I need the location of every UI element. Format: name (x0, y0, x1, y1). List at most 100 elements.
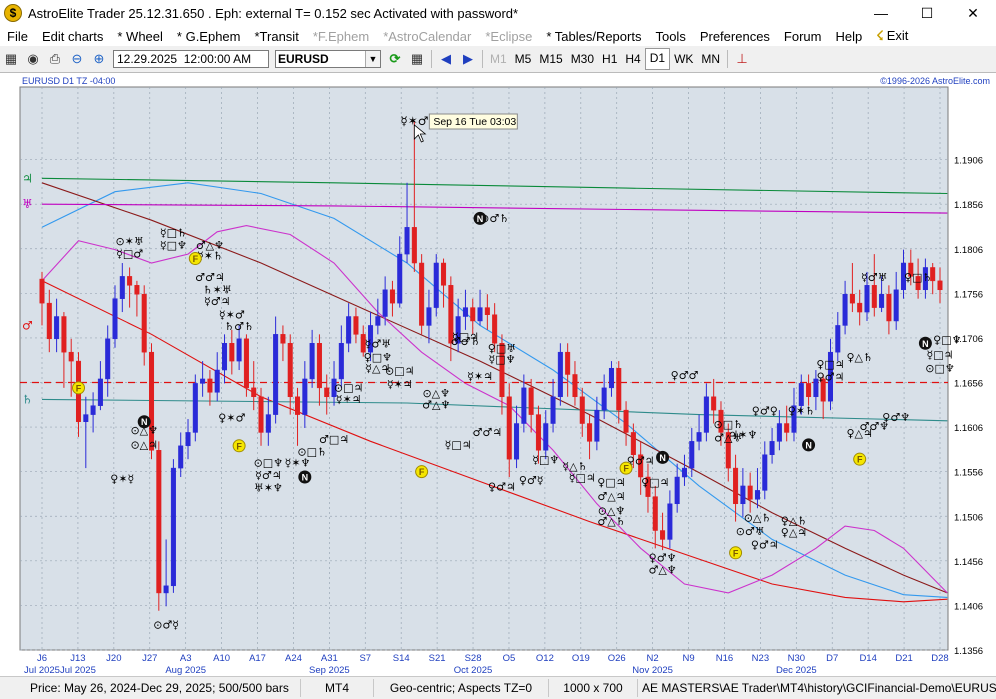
chart-settings-icon[interactable]: ⊥ (733, 50, 751, 68)
month-label: Dec 2025 (776, 665, 817, 676)
menu-g-ephem[interactable]: * G.Ephem (170, 29, 248, 44)
camera-icon[interactable]: ◉ (24, 50, 42, 68)
aspect-glyph-label: ♂♂♄ (451, 335, 481, 348)
menu-preferences[interactable]: Preferences (693, 29, 777, 44)
menu-tables-reports[interactable]: * Tables/Reports (539, 29, 648, 44)
x-tick-label: J6 (37, 653, 47, 664)
close-icon[interactable]: ✕ (950, 0, 996, 26)
aspect-glyph-label: ♀□♆ (933, 333, 961, 346)
candle-body (667, 503, 673, 540)
timeframe-m30[interactable]: M30 (567, 49, 598, 69)
timeframe-m5[interactable]: M5 (511, 49, 536, 69)
x-tick-label: A24 (285, 653, 302, 664)
candle-body (492, 314, 498, 344)
candle-body (565, 351, 571, 375)
toolbar-divider (482, 50, 483, 68)
candle-body (273, 334, 279, 415)
timeframe-m1: M1 (490, 52, 507, 66)
zoom-in-icon[interactable]: ⊕ (90, 50, 108, 68)
zoom-out-icon[interactable]: ⊖ (68, 50, 86, 68)
timeframe-wk[interactable]: WK (670, 49, 697, 69)
chart-area[interactable]: EURUSD D1 TZ -04:00 ©1996-2026 AstroElite… (0, 72, 996, 677)
maximize-icon[interactable]: ☐ (904, 0, 950, 26)
candle-body (236, 338, 242, 362)
y-tick-label: 1.1606 (954, 423, 983, 434)
symbol-select[interactable]: EURUSD ▼ (275, 50, 381, 68)
arrow-left-icon[interactable]: ◀ (437, 50, 455, 68)
month-label: Aug 2025 (165, 665, 206, 676)
aspect-glyph-label: ♀△♃ (781, 526, 807, 539)
candle-body (893, 289, 899, 322)
arrow-right-icon[interactable]: ▶ (459, 50, 477, 68)
aspect-glyph-label: ☿✶♃ (336, 393, 362, 406)
candle-body (200, 378, 206, 384)
candle-body (214, 369, 220, 393)
candle-body (68, 351, 74, 362)
aspect-glyph-label: ♀□♄ (904, 271, 932, 284)
refresh-icon[interactable]: ⟳ (386, 50, 404, 68)
candle-body (747, 485, 753, 500)
y-tick-label: 1.1806 (954, 245, 983, 256)
aspect-glyph-label: ♀♂♃ (751, 538, 779, 551)
timeframe-m15[interactable]: M15 (535, 49, 566, 69)
menu-forum[interactable]: Forum (777, 29, 829, 44)
menu-exit[interactable]: ☇ Exit (869, 28, 915, 44)
menu-file[interactable]: File (0, 29, 35, 44)
aspect-glyph-label: ♀✶♂ (218, 412, 245, 425)
timeframe-h1[interactable]: H1 (598, 49, 621, 69)
x-tick-label: N16 (716, 653, 733, 664)
candle-body (674, 476, 680, 505)
status-path: AE MASTERS\AE Trader\MT4\history\GCIFina… (642, 681, 996, 695)
candle-body (316, 343, 322, 389)
timeframe-d1[interactable]: D1 (644, 48, 671, 70)
menu-wheel[interactable]: * Wheel (110, 29, 170, 44)
aspect-glyph-label: ⊙□♆ (254, 456, 283, 469)
candle-body (879, 293, 885, 308)
aspect-glyph-label: ♂△♆ (422, 398, 450, 411)
moon-badge-letter: N (659, 453, 666, 463)
menu-exit-label: Exit (886, 28, 909, 43)
moon-badge-letter: F (623, 464, 629, 474)
menu-help[interactable]: Help (828, 29, 869, 44)
app-dollar-icon[interactable]: $ (4, 4, 22, 22)
candle-body (886, 293, 892, 322)
aspect-glyph-label: ♂♂♃ (195, 271, 225, 284)
candle-body (426, 307, 432, 326)
menu-edit-charts[interactable]: Edit charts (35, 29, 110, 44)
candle-body (652, 496, 658, 531)
menu-tools[interactable]: Tools (648, 29, 692, 44)
candle-body (776, 423, 782, 442)
aspect-glyph-label: ♅✶♆ (254, 481, 283, 494)
date-time-input[interactable] (113, 50, 269, 68)
candle-body (660, 530, 666, 540)
print-icon[interactable]: ⎙ (46, 50, 64, 68)
aspect-glyph-label: ⊙△♃ (130, 438, 158, 451)
x-tick-label: J20 (106, 653, 121, 664)
moon-badge-letter: N (477, 214, 484, 224)
candle-body (324, 387, 330, 398)
candle-body (587, 423, 593, 442)
x-tick-label: S7 (359, 653, 371, 664)
month-label: Oct 2025 (454, 665, 493, 676)
y-tick-label: 1.1456 (954, 557, 983, 568)
planet-line-glyph: ♃ (22, 171, 33, 185)
candle-body (382, 289, 388, 317)
price-chart[interactable]: EURUSD D1 TZ -04:00 ©1996-2026 AstroElite… (0, 73, 996, 677)
candle-body (229, 343, 235, 362)
candle-body (222, 343, 228, 371)
calculator-icon[interactable]: ▦ (408, 50, 426, 68)
aspect-glyph-label: ☿✶♃ (467, 370, 493, 383)
x-tick-label: A31 (321, 653, 338, 664)
menu-transit[interactable]: *Transit (248, 29, 306, 44)
timeframe-mn[interactable]: MN (697, 49, 724, 69)
aspect-glyph-label: ♂♂♃ (473, 426, 503, 439)
chevron-down-icon[interactable]: ▼ (365, 51, 380, 67)
save-icon[interactable]: ▦ (2, 50, 20, 68)
timeframe-h4[interactable]: H4 (621, 49, 644, 69)
month-label: Jul 2025 (60, 665, 96, 676)
minimize-icon[interactable]: — (858, 0, 904, 26)
aspect-glyph-label: ☿□♃ (445, 438, 472, 451)
month-label: Jul 2025 (24, 665, 60, 676)
candle-body (535, 414, 541, 451)
candle-body (550, 396, 556, 424)
